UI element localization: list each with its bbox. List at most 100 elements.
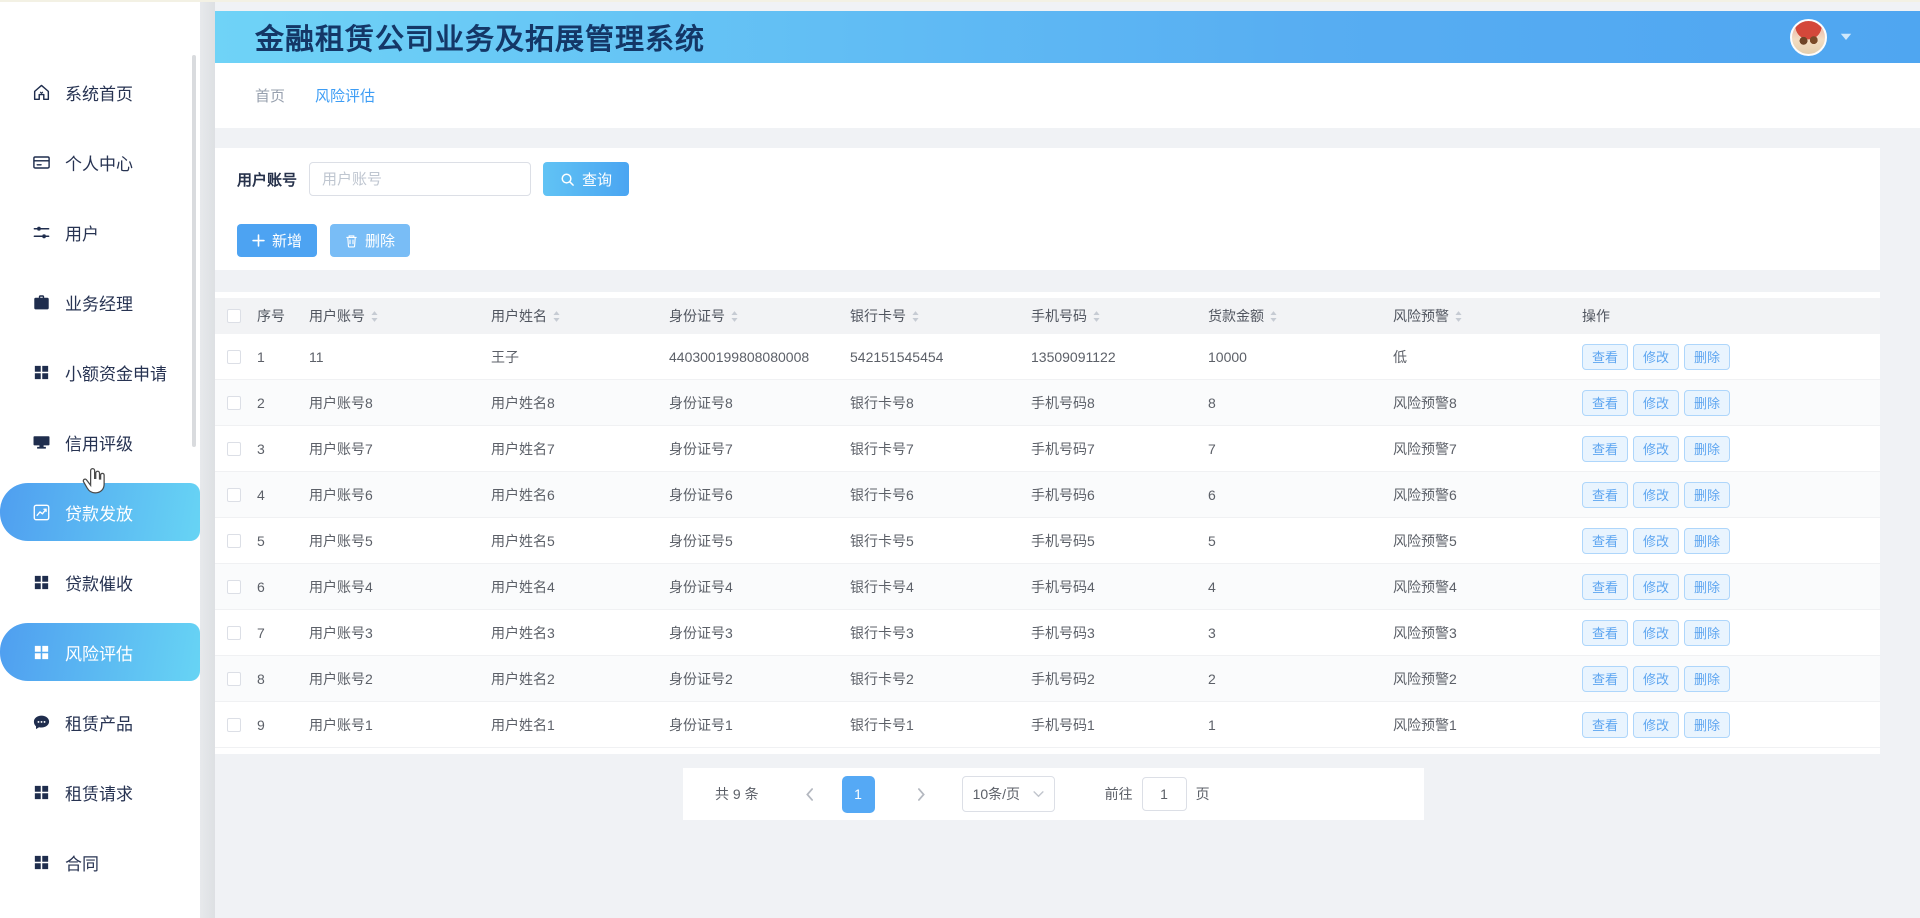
search-button[interactable]: 查询 (543, 162, 629, 196)
grid-icon (32, 573, 51, 592)
view-row-button[interactable]: 查看 (1582, 528, 1628, 554)
edit-row-button[interactable]: 修改 (1633, 390, 1679, 416)
cell-index: 9 (257, 717, 309, 733)
select-all-checkbox[interactable] (227, 309, 241, 323)
column-header-0: 序号 (257, 306, 309, 326)
view-row-button[interactable]: 查看 (1582, 712, 1628, 738)
delete-row-button[interactable]: 删除 (1684, 574, 1730, 600)
view-row-button[interactable]: 查看 (1582, 482, 1628, 508)
row-checkbox[interactable] (227, 672, 241, 686)
delete-row-button[interactable]: 删除 (1684, 666, 1730, 692)
column-header-2[interactable]: 用户姓名 (491, 306, 669, 326)
delete-row-button[interactable]: 删除 (1684, 482, 1730, 508)
sidebar-item-label: 贷款催收 (65, 570, 133, 595)
sort-icon[interactable] (370, 310, 379, 323)
caret-down-icon[interactable] (1840, 33, 1852, 41)
prev-page-button[interactable] (805, 788, 814, 801)
sidebar-item-10[interactable]: 租赁请求 (0, 757, 200, 827)
view-row-button[interactable]: 查看 (1582, 344, 1628, 370)
filter-panel: 用户账号 查询 新增 删除 (215, 148, 1880, 270)
column-header-6[interactable]: 货款金额 (1208, 306, 1393, 326)
column-header-1[interactable]: 用户账号 (309, 306, 491, 326)
delete-row-button[interactable]: 删除 (1684, 344, 1730, 370)
sidebar-scrollbar[interactable] (192, 55, 196, 447)
delete-button[interactable]: 删除 (330, 224, 410, 257)
sort-icon[interactable] (552, 310, 561, 323)
row-actions: 查看修改删除 (1582, 344, 1880, 370)
sidebar-item-6[interactable]: 贷款发放 (0, 483, 200, 541)
cell-account: 11 (309, 349, 491, 365)
grid-icon (32, 783, 51, 802)
edit-row-button[interactable]: 修改 (1633, 436, 1679, 462)
cell-name: 用户姓名8 (491, 393, 669, 413)
sidebar-item-1[interactable]: 个人中心 (0, 127, 200, 197)
cell-risk: 风险预警6 (1393, 485, 1582, 505)
sidebar-item-2[interactable]: 用户 (0, 197, 200, 267)
sidebar-item-label: 贷款发放 (65, 500, 133, 525)
sidebar-item-4[interactable]: 小额资金申请 (0, 337, 200, 407)
cell-index: 4 (257, 487, 309, 503)
breadcrumb-home[interactable]: 首页 (255, 85, 285, 106)
view-row-button[interactable]: 查看 (1582, 436, 1628, 462)
edit-row-button[interactable]: 修改 (1633, 574, 1679, 600)
delete-row-button[interactable]: 删除 (1684, 712, 1730, 738)
sidebar-item-11[interactable]: 合同 (0, 827, 200, 897)
row-checkbox[interactable] (227, 396, 241, 410)
add-button[interactable]: 新增 (237, 224, 317, 257)
user-menu[interactable] (1790, 19, 1880, 56)
sort-icon[interactable] (1454, 310, 1463, 323)
row-checkbox[interactable] (227, 534, 241, 548)
page-size-select[interactable]: 10条/页 (962, 776, 1055, 812)
delete-row-button[interactable]: 删除 (1684, 390, 1730, 416)
column-header-4[interactable]: 银行卡号 (850, 306, 1031, 326)
top-divider (0, 0, 1920, 2)
account-search-input[interactable] (309, 162, 531, 196)
edit-row-button[interactable]: 修改 (1633, 666, 1679, 692)
chevron-left-icon (805, 788, 814, 801)
grid-icon (32, 853, 51, 872)
sidebar-item-5[interactable]: 信用评级 (0, 407, 200, 477)
cell-index: 3 (257, 441, 309, 457)
row-checkbox[interactable] (227, 350, 241, 364)
edit-row-button[interactable]: 修改 (1633, 482, 1679, 508)
row-checkbox[interactable] (227, 718, 241, 732)
column-header-7[interactable]: 风险预警 (1393, 306, 1582, 326)
breadcrumb: 首页 风险评估 (215, 63, 1920, 128)
view-row-button[interactable]: 查看 (1582, 574, 1628, 600)
sidebar-item-7[interactable]: 贷款催收 (0, 547, 200, 617)
cell-name: 用户姓名1 (491, 715, 669, 735)
sidebar-item-0[interactable]: 系统首页 (0, 57, 200, 127)
sidebar-item-label: 用户 (65, 220, 99, 245)
column-label: 用户姓名 (491, 306, 547, 326)
trash-icon (345, 234, 358, 248)
row-checkbox[interactable] (227, 488, 241, 502)
edit-row-button[interactable]: 修改 (1633, 620, 1679, 646)
page-number-button[interactable]: 1 (842, 776, 875, 813)
view-row-button[interactable]: 查看 (1582, 620, 1628, 646)
row-checkbox[interactable] (227, 442, 241, 456)
sidebar-item-9[interactable]: 租赁产品 (0, 687, 200, 757)
edit-row-button[interactable]: 修改 (1633, 712, 1679, 738)
sort-icon[interactable] (1269, 310, 1278, 323)
edit-row-button[interactable]: 修改 (1633, 344, 1679, 370)
row-checkbox[interactable] (227, 626, 241, 640)
delete-row-button[interactable]: 删除 (1684, 528, 1730, 554)
delete-row-button[interactable]: 删除 (1684, 436, 1730, 462)
sort-icon[interactable] (730, 310, 739, 323)
row-checkbox[interactable] (227, 580, 241, 594)
sort-icon[interactable] (911, 310, 920, 323)
view-row-button[interactable]: 查看 (1582, 390, 1628, 416)
column-label: 序号 (257, 306, 285, 326)
goto-page-input[interactable] (1142, 777, 1187, 811)
column-header-3[interactable]: 身份证号 (669, 306, 850, 326)
cell-phone: 手机号码2 (1031, 669, 1208, 689)
sidebar-item-3[interactable]: 业务经理 (0, 267, 200, 337)
next-page-button[interactable] (917, 788, 926, 801)
view-row-button[interactable]: 查看 (1582, 666, 1628, 692)
sidebar-item-8[interactable]: 风险评估 (0, 623, 200, 681)
column-header-5[interactable]: 手机号码 (1031, 306, 1208, 326)
delete-row-button[interactable]: 删除 (1684, 620, 1730, 646)
sort-icon[interactable] (1092, 310, 1101, 323)
user-avatar[interactable] (1790, 19, 1827, 56)
edit-row-button[interactable]: 修改 (1633, 528, 1679, 554)
